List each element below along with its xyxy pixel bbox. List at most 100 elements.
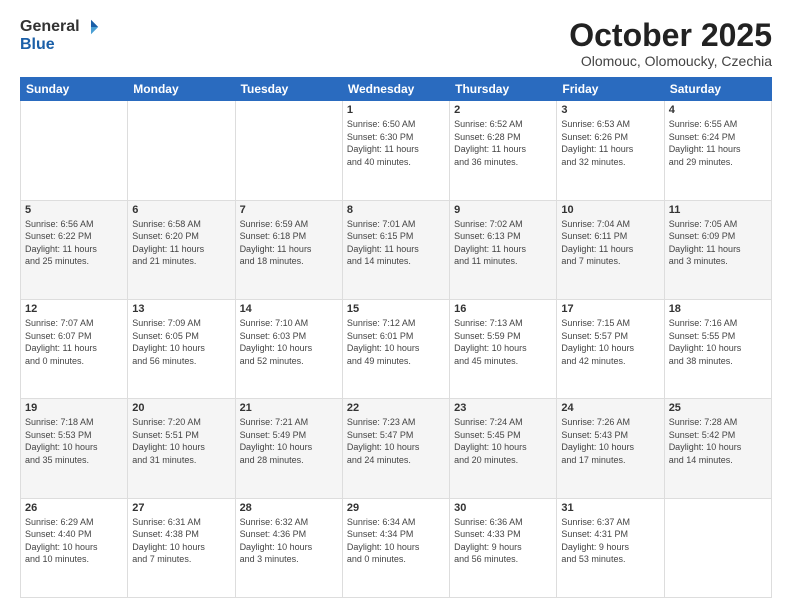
title-section: October 2025 Olomouc, Olomoucky, Czechia — [569, 18, 772, 69]
day-info: Sunrise: 6:34 AM Sunset: 4:34 PM Dayligh… — [347, 516, 445, 566]
calendar-header-row: Sunday Monday Tuesday Wednesday Thursday… — [21, 78, 772, 101]
table-row: 16Sunrise: 7:13 AM Sunset: 5:59 PM Dayli… — [450, 299, 557, 398]
table-row: 18 Sunrise: 7:16 AM Sunset: 5:55 PM Dayli… — [664, 299, 771, 398]
header-sunday: Sunday — [21, 78, 128, 101]
table-row: 19Sunrise: 7:18 AM Sunset: 5:53 PM Dayli… — [21, 399, 128, 498]
day-number: 21 — [240, 402, 338, 414]
day-number: 23 — [454, 402, 552, 414]
table-row: 6Sunrise: 6:58 AM Sunset: 6:20 PM Daylig… — [128, 200, 235, 299]
day-info: Sunrise: 7:04 AM Sunset: 6:11 PM Dayligh… — [561, 218, 659, 268]
table-row: 15Sunrise: 7:12 AM Sunset: 6:01 PM Dayli… — [342, 299, 449, 398]
day-info: Sunrise: 6:53 AM Sunset: 6:26 PM Dayligh… — [561, 118, 659, 168]
day-number: 20 — [132, 402, 230, 414]
day-info: Sunrise: 7:23 AM Sunset: 5:47 PM Dayligh… — [347, 416, 445, 466]
table-row: 28 Sunrise: 6:32 AM Sunset: 4:36 PM Dayli… — [235, 498, 342, 597]
month-year-title: October 2025 — [569, 18, 772, 53]
day-info: Sunrise: 7:09 AM Sunset: 6:05 PM Dayligh… — [132, 317, 230, 367]
calendar-week-row: 12Sunrise: 7:07 AM Sunset: 6:07 PM Dayli… — [21, 299, 772, 398]
table-row: 14Sunrise: 7:10 AM Sunset: 6:03 PM Dayli… — [235, 299, 342, 398]
calendar-week-row: 19Sunrise: 7:18 AM Sunset: 5:53 PM Dayli… — [21, 399, 772, 498]
table-row: 26 Sunrise: 6:29 AM Sunset: 4:40 PM Dayli… — [21, 498, 128, 597]
header-friday: Friday — [557, 78, 664, 101]
calendar-table: Sunday Monday Tuesday Wednesday Thursday… — [20, 77, 772, 598]
day-info: Sunrise: 6:55 AM Sunset: 6:24 PM Dayligh… — [669, 118, 767, 168]
table-row: 31 Sunrise: 6:37 AM Sunset: 4:31 PM Dayli… — [557, 498, 664, 597]
day-info: Sunrise: 7:15 AM Sunset: 5:57 PM Dayligh… — [561, 317, 659, 367]
day-info: Sunrise: 7:05 AM Sunset: 6:09 PM Dayligh… — [669, 218, 767, 268]
day-number: 7 — [240, 204, 338, 216]
table-row: 12Sunrise: 7:07 AM Sunset: 6:07 PM Dayli… — [21, 299, 128, 398]
table-row: 27 Sunrise: 6:31 AM Sunset: 4:38 PM Dayli… — [128, 498, 235, 597]
logo-blue-text: Blue — [20, 36, 55, 54]
day-info: Sunrise: 6:37 AM Sunset: 4:31 PM Dayligh… — [561, 516, 659, 566]
table-row: 29 Sunrise: 6:34 AM Sunset: 4:34 PM Dayli… — [342, 498, 449, 597]
table-row: 25 Sunrise: 7:28 AM Sunset: 5:42 PM Dayli… — [664, 399, 771, 498]
day-number: 25 — [669, 402, 767, 414]
day-info: Sunrise: 6:56 AM Sunset: 6:22 PM Dayligh… — [25, 218, 123, 268]
header-saturday: Saturday — [664, 78, 771, 101]
day-info: Sunrise: 7:20 AM Sunset: 5:51 PM Dayligh… — [132, 416, 230, 466]
day-number: 2 — [454, 104, 552, 116]
table-row: 20 Sunrise: 7:20 AM Sunset: 5:51 PM Dayli… — [128, 399, 235, 498]
table-row: 30Sunrise: 6:36 AM Sunset: 4:33 PM Dayli… — [450, 498, 557, 597]
day-info: Sunrise: 6:50 AM Sunset: 6:30 PM Dayligh… — [347, 118, 445, 168]
calendar-week-row: 1 Sunrise: 6:50 AM Sunset: 6:30 PM Daylig… — [21, 101, 772, 200]
day-number: 28 — [240, 502, 338, 514]
day-info: Sunrise: 7:07 AM Sunset: 6:07 PM Dayligh… — [25, 317, 123, 367]
table-row: 24Sunrise: 7:26 AM Sunset: 5:43 PM Dayli… — [557, 399, 664, 498]
table-row: 1 Sunrise: 6:50 AM Sunset: 6:30 PM Daylig… — [342, 101, 449, 200]
day-number: 8 — [347, 204, 445, 216]
page-header: General Blue October 2025 Olomouc, Olomo… — [20, 18, 772, 69]
header-thursday: Thursday — [450, 78, 557, 101]
table-row: 21 Sunrise: 7:21 AM Sunset: 5:49 PM Dayli… — [235, 399, 342, 498]
table-row: 2 Sunrise: 6:52 AM Sunset: 6:28 PM Daylig… — [450, 101, 557, 200]
day-info: Sunrise: 7:24 AM Sunset: 5:45 PM Dayligh… — [454, 416, 552, 466]
day-number: 30 — [454, 502, 552, 514]
day-info: Sunrise: 7:16 AM Sunset: 5:55 PM Dayligh… — [669, 317, 767, 367]
day-number: 9 — [454, 204, 552, 216]
day-number: 4 — [669, 104, 767, 116]
header-tuesday: Tuesday — [235, 78, 342, 101]
day-info: Sunrise: 7:02 AM Sunset: 6:13 PM Dayligh… — [454, 218, 552, 268]
day-number: 18 — [669, 303, 767, 315]
day-number: 3 — [561, 104, 659, 116]
table-row: 4 Sunrise: 6:55 AM Sunset: 6:24 PM Daylig… — [664, 101, 771, 200]
day-info: Sunrise: 7:21 AM Sunset: 5:49 PM Dayligh… — [240, 416, 338, 466]
logo: General Blue — [20, 18, 100, 54]
day-info: Sunrise: 6:32 AM Sunset: 4:36 PM Dayligh… — [240, 516, 338, 566]
table-row: 9 Sunrise: 7:02 AM Sunset: 6:13 PM Daylig… — [450, 200, 557, 299]
day-info: Sunrise: 7:28 AM Sunset: 5:42 PM Dayligh… — [669, 416, 767, 466]
table-row — [21, 101, 128, 200]
day-number: 22 — [347, 402, 445, 414]
day-info: Sunrise: 6:31 AM Sunset: 4:38 PM Dayligh… — [132, 516, 230, 566]
day-number: 26 — [25, 502, 123, 514]
table-row: 22 Sunrise: 7:23 AM Sunset: 5:47 PM Dayli… — [342, 399, 449, 498]
day-info: Sunrise: 7:26 AM Sunset: 5:43 PM Dayligh… — [561, 416, 659, 466]
day-info: Sunrise: 6:29 AM Sunset: 4:40 PM Dayligh… — [25, 516, 123, 566]
day-number: 27 — [132, 502, 230, 514]
day-number: 15 — [347, 303, 445, 315]
table-row — [664, 498, 771, 597]
day-number: 10 — [561, 204, 659, 216]
day-number: 5 — [25, 204, 123, 216]
day-number: 17 — [561, 303, 659, 315]
table-row: 10 Sunrise: 7:04 AM Sunset: 6:11 PM Dayli… — [557, 200, 664, 299]
table-row: 3 Sunrise: 6:53 AM Sunset: 6:26 PM Daylig… — [557, 101, 664, 200]
day-number: 31 — [561, 502, 659, 514]
day-info: Sunrise: 6:59 AM Sunset: 6:18 PM Dayligh… — [240, 218, 338, 268]
day-info: Sunrise: 6:52 AM Sunset: 6:28 PM Dayligh… — [454, 118, 552, 168]
logo-flag-icon — [82, 18, 100, 36]
day-info: Sunrise: 7:01 AM Sunset: 6:15 PM Dayligh… — [347, 218, 445, 268]
table-row: 23 Sunrise: 7:24 AM Sunset: 5:45 PM Dayli… — [450, 399, 557, 498]
calendar-week-row: 5 Sunrise: 6:56 AM Sunset: 6:22 PM Daylig… — [21, 200, 772, 299]
day-number: 14 — [240, 303, 338, 315]
table-row: 8 Sunrise: 7:01 AM Sunset: 6:15 PM Daylig… — [342, 200, 449, 299]
day-number: 16 — [454, 303, 552, 315]
table-row: 7 Sunrise: 6:59 AM Sunset: 6:18 PM Daylig… — [235, 200, 342, 299]
day-number: 1 — [347, 104, 445, 116]
table-row: 13Sunrise: 7:09 AM Sunset: 6:05 PM Dayli… — [128, 299, 235, 398]
day-number: 29 — [347, 502, 445, 514]
table-row: 11 Sunrise: 7:05 AM Sunset: 6:09 PM Dayli… — [664, 200, 771, 299]
table-row: 17 Sunrise: 7:15 AM Sunset: 5:57 PM Dayli… — [557, 299, 664, 398]
day-number: 11 — [669, 204, 767, 216]
